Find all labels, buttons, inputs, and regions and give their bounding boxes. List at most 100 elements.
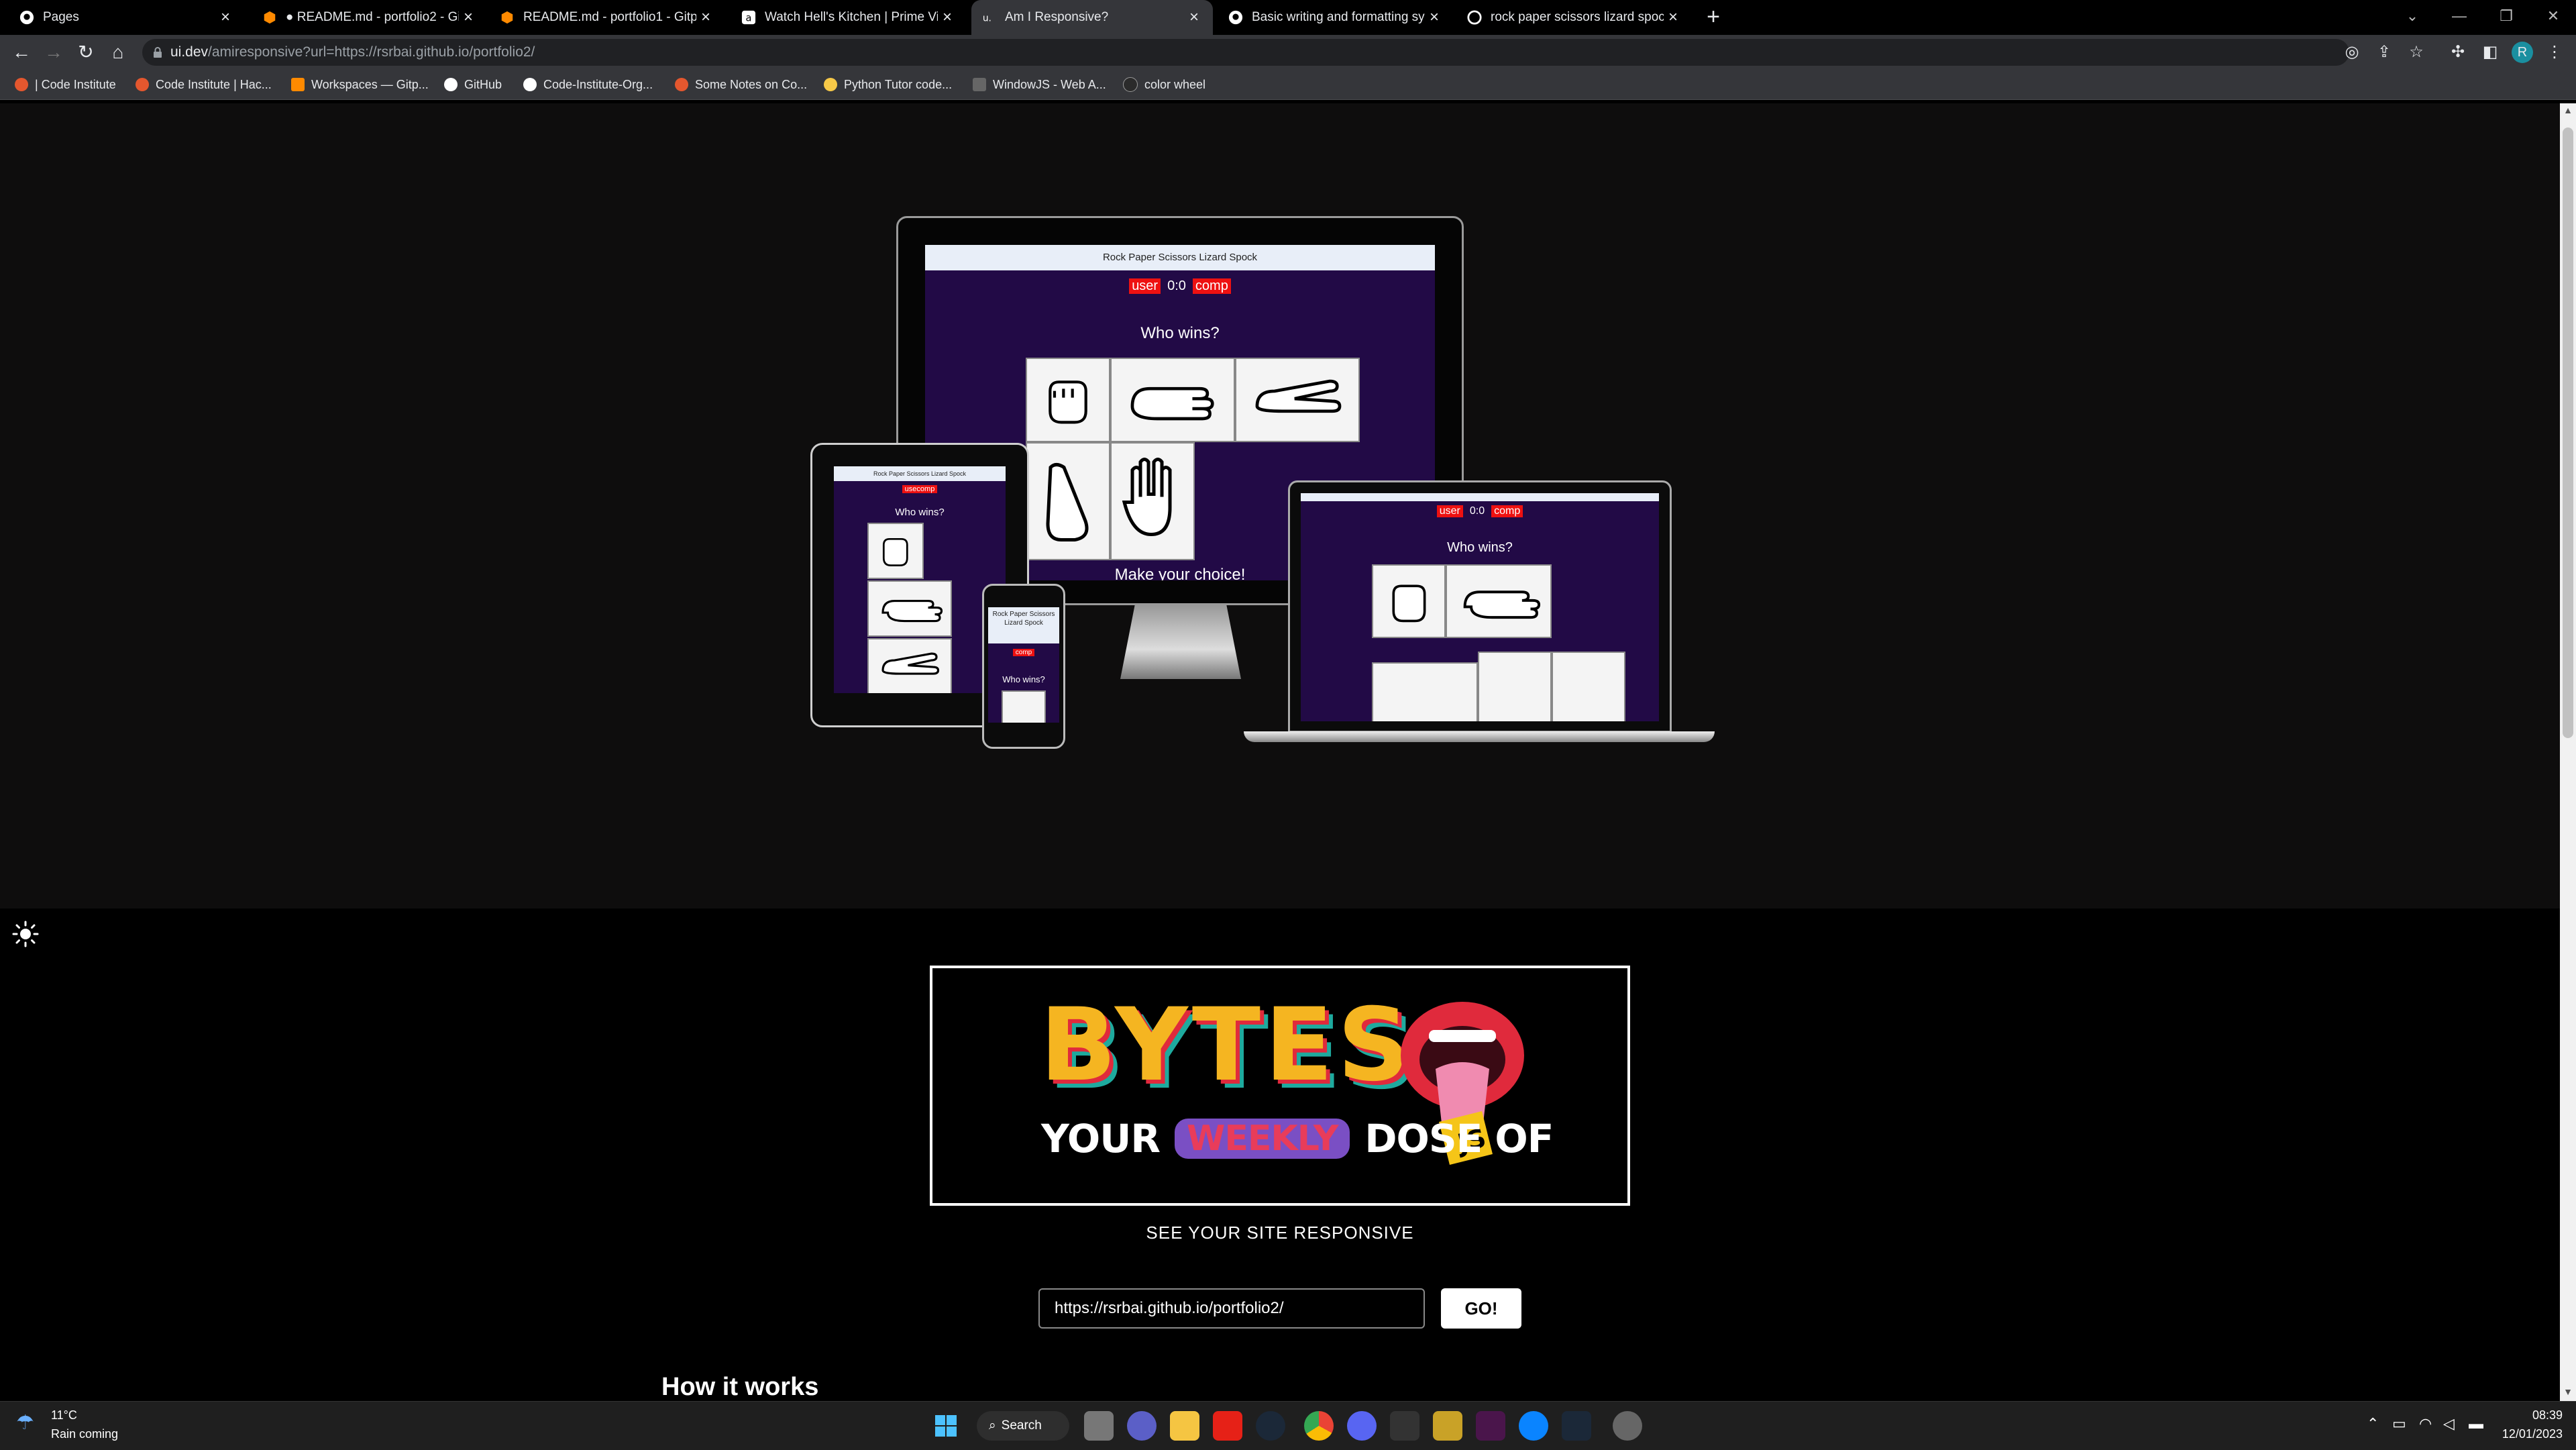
bookmark-item[interactable]: GitHub: [444, 75, 502, 94]
clock-time[interactable]: 08:39: [2501, 1408, 2563, 1422]
tray-chevron-icon[interactable]: ⌃: [2367, 1415, 2379, 1433]
restore-icon[interactable]: ❐: [2486, 3, 2526, 30]
close-icon[interactable]: ×: [216, 8, 235, 27]
paper-card[interactable]: [1110, 358, 1235, 442]
reload-icon[interactable]: ↻: [74, 40, 98, 64]
steam-alt-icon[interactable]: [1562, 1411, 1591, 1441]
scissors-card[interactable]: [1372, 662, 1478, 721]
chrome-icon[interactable]: [1304, 1411, 1334, 1441]
paper-hand-icon: [1130, 386, 1215, 421]
url-input[interactable]: [1038, 1288, 1425, 1329]
spock-card[interactable]: [1110, 442, 1195, 560]
paper-card[interactable]: [1446, 564, 1552, 638]
profile-avatar[interactable]: R: [2512, 42, 2533, 63]
close-icon[interactable]: ×: [938, 8, 957, 27]
battery-icon[interactable]: ▬: [2469, 1415, 2483, 1433]
scissors-card[interactable]: [867, 638, 952, 693]
scoreboard: usecomp: [834, 485, 1006, 493]
tab-am-i-responsive[interactable]: u. Am I Responsive? ×: [971, 0, 1213, 35]
extensions-icon[interactable]: ✣: [2447, 42, 2469, 63]
wifi-icon[interactable]: ◠: [2419, 1415, 2432, 1433]
discord-icon[interactable]: [1347, 1411, 1377, 1441]
spock-card[interactable]: [1552, 652, 1625, 721]
clock-date[interactable]: 12/01/2023: [2496, 1427, 2563, 1441]
go-button[interactable]: GO!: [1441, 1288, 1521, 1329]
bookmark-item[interactable]: color wheel: [1123, 75, 1205, 94]
file-explorer-icon[interactable]: [1170, 1411, 1199, 1441]
bookmark-item[interactable]: Code-Institute-Org...: [523, 75, 653, 94]
tab-strip: Pages × ● README.md - portfolio2 - Gitpo…: [0, 0, 2576, 35]
tab-prime-video[interactable]: a Watch Hell's Kitchen | Prime Video ×: [731, 4, 966, 31]
google-lens-icon[interactable]: ◎: [2341, 42, 2363, 63]
side-panel-icon[interactable]: ◧: [2479, 42, 2501, 63]
tab-readme-portfolio1[interactable]: README.md - portfolio1 - Gitpod ×: [490, 4, 724, 31]
bookmark-item[interactable]: | Code Institute: [15, 75, 116, 94]
new-tab-button[interactable]: +: [1701, 5, 1725, 30]
tab-pages[interactable]: Pages ×: [9, 4, 244, 31]
volume-icon[interactable]: ◁: [2443, 1415, 2455, 1433]
bookmark-item[interactable]: Some Notes on Co...: [675, 75, 807, 94]
bytes-newsletter-banner[interactable]: BYTES JS YOUR WEEKLY DOSE OF: [930, 966, 1630, 1206]
rock-card[interactable]: [1002, 690, 1046, 723]
phone-screen: Rock Paper Scissors Lizard Spock comp Wh…: [988, 607, 1059, 723]
tab-search-icon[interactable]: ⌄: [2392, 3, 2432, 30]
tab-basic-writing[interactable]: Basic writing and formatting syntax ×: [1218, 4, 1453, 31]
scoreboard: user 0:0 comp: [925, 278, 1435, 294]
bookmarks-bar: | Code Institute Code Institute | Hac...…: [0, 70, 2576, 100]
bookmark-item[interactable]: Python Tutor code...: [824, 75, 952, 94]
laptop-screen: user 0:0 comp Who wins?: [1301, 493, 1659, 721]
rock-card[interactable]: [867, 523, 924, 579]
code-institute-icon: [675, 78, 688, 91]
bookmark-item[interactable]: WindowJS - Web A...: [973, 75, 1106, 94]
sun-icon[interactable]: [12, 921, 39, 947]
tablet-screen: Rock Paper Scissors Lizard Spock usecomp…: [834, 466, 1006, 693]
menu-kebab-icon[interactable]: ⋮: [2544, 42, 2565, 63]
paper-card[interactable]: [867, 580, 952, 637]
scrollbar-thumb[interactable]: [2563, 127, 2573, 738]
rain-umbrella-icon[interactable]: ☂: [16, 1411, 34, 1435]
windows-start-icon[interactable]: [931, 1411, 961, 1441]
monitor-tray-icon[interactable]: ▭: [2392, 1415, 2406, 1433]
settings-gear-icon[interactable]: [1613, 1411, 1642, 1441]
scroll-up-icon[interactable]: ▲: [2560, 105, 2576, 118]
youtube-icon[interactable]: [1213, 1411, 1242, 1441]
battlenet-icon[interactable]: [1519, 1411, 1548, 1441]
weather-desc[interactable]: Rain coming: [51, 1427, 118, 1441]
forward-arrow-icon[interactable]: →: [42, 40, 66, 64]
steam-icon[interactable]: [1256, 1411, 1285, 1441]
close-icon[interactable]: ×: [1425, 8, 1444, 27]
teams-chat-icon[interactable]: [1127, 1411, 1157, 1441]
share-icon[interactable]: ⇪: [2373, 42, 2395, 63]
bookmark-item[interactable]: Workspaces — Gitp...: [291, 75, 429, 94]
who-wins-text: Who wins?: [895, 507, 945, 518]
lizard-card[interactable]: [1026, 442, 1110, 560]
wow-icon[interactable]: [1433, 1411, 1462, 1441]
close-icon[interactable]: ×: [1185, 8, 1203, 27]
app-a-icon[interactable]: [1390, 1411, 1419, 1441]
home-icon[interactable]: ⌂: [106, 40, 130, 64]
task-view-icon[interactable]: [1084, 1411, 1114, 1441]
scissors-card[interactable]: [1235, 358, 1360, 442]
close-icon[interactable]: ×: [1664, 8, 1682, 27]
bookmark-star-icon[interactable]: ☆: [2406, 42, 2427, 63]
gitpod-icon: [499, 9, 515, 25]
rock-card[interactable]: [1372, 564, 1446, 638]
minimize-icon[interactable]: —: [2439, 3, 2479, 30]
window-close-icon[interactable]: ✕: [2533, 3, 2573, 30]
slack-icon[interactable]: [1476, 1411, 1505, 1441]
scroll-down-icon[interactable]: ▼: [2560, 1386, 2576, 1400]
rock-card[interactable]: [1026, 358, 1110, 442]
close-icon[interactable]: ×: [459, 8, 478, 27]
bookmark-item[interactable]: Code Institute | Hac...: [136, 75, 272, 94]
back-arrow-icon[interactable]: ←: [9, 40, 34, 64]
tab-rpsls-search[interactable]: rock paper scissors lizard spock ×: [1457, 4, 1692, 31]
close-icon[interactable]: ×: [696, 8, 715, 27]
taskbar-search[interactable]: ⌕ Search: [977, 1411, 1069, 1441]
address-bar[interactable]: ui.dev/amiresponsive?url=https://rsrbai.…: [142, 39, 2349, 66]
browser-toolbar: ← → ↻ ⌂ ui.dev/amiresponsive?url=https:/…: [0, 35, 2576, 70]
game-title: Rock Paper Scissors Lizard Spock: [988, 607, 1059, 643]
tab-readme-portfolio2[interactable]: ● README.md - portfolio2 - Gitpod ×: [252, 4, 487, 31]
weather-temp[interactable]: 11°C: [51, 1408, 77, 1422]
windowjs-icon: [973, 78, 986, 91]
lizard-card[interactable]: [1478, 652, 1552, 721]
